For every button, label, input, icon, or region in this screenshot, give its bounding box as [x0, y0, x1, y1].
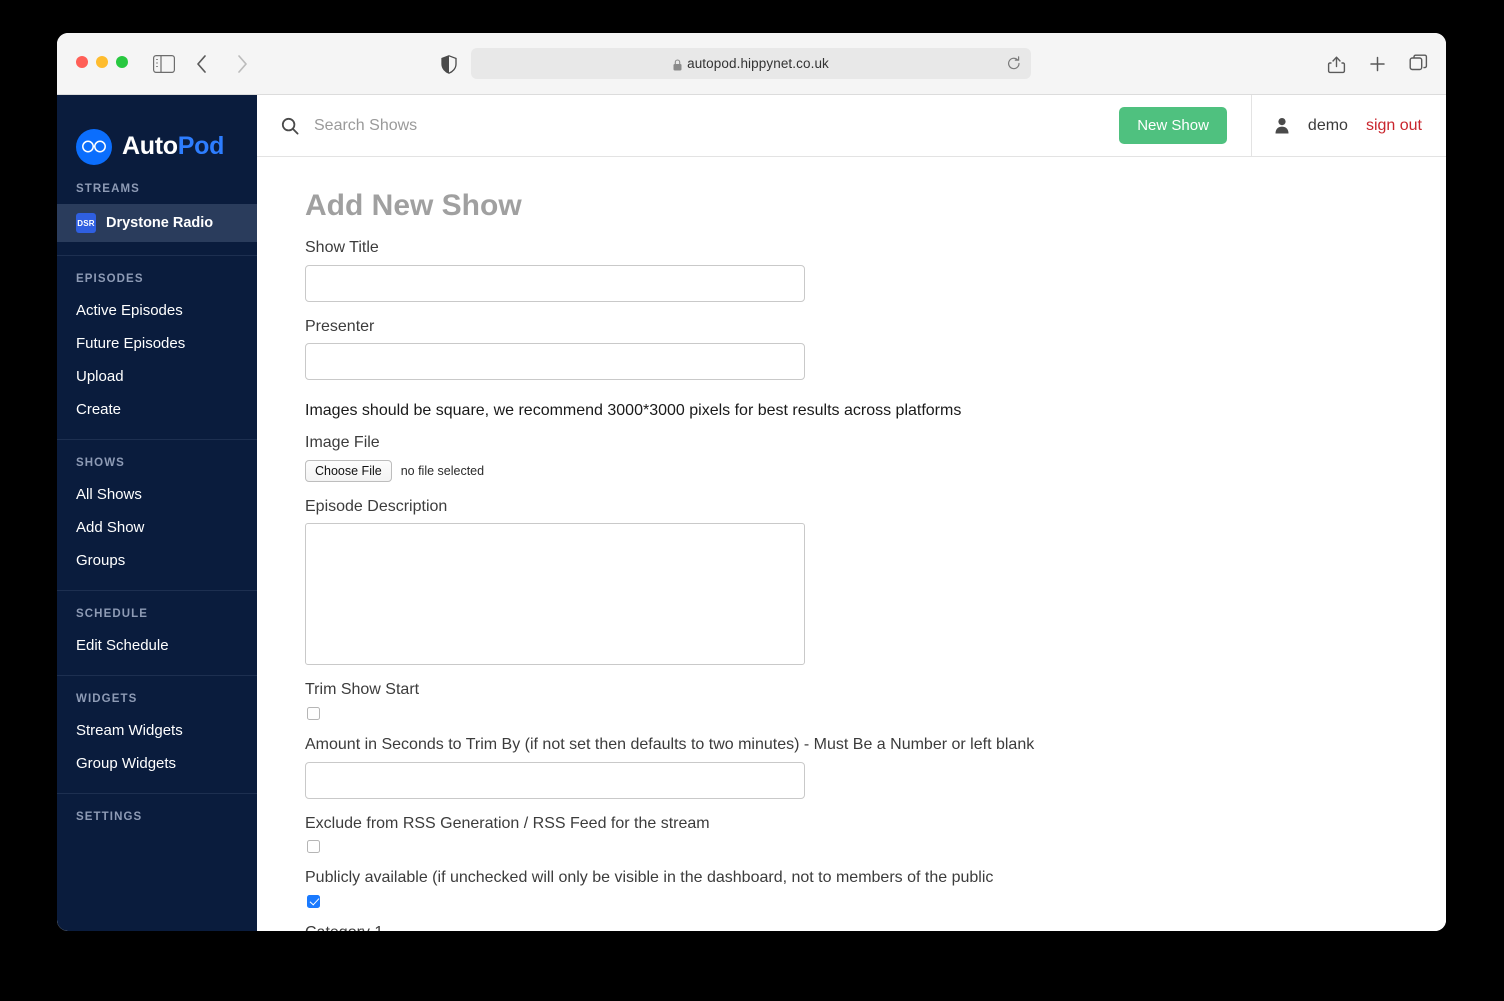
- presenter-label: Presenter: [305, 317, 375, 335]
- sidebar-item-edit-schedule[interactable]: Edit Schedule: [57, 629, 257, 662]
- brand-text: AutoPod: [122, 132, 224, 161]
- user-zone: demo sign out: [1250, 95, 1446, 156]
- sidebar-heading-settings: SETTINGS: [76, 811, 143, 823]
- sidebar-item-label: Drystone Radio: [106, 215, 214, 231]
- sidebar-item-group-widgets[interactable]: Group Widgets: [57, 747, 257, 780]
- sidebar-item-stream-widgets[interactable]: Stream Widgets: [57, 714, 257, 747]
- reload-icon[interactable]: [1007, 56, 1021, 71]
- back-arrow-icon[interactable]: [195, 53, 209, 75]
- forward-arrow-icon[interactable]: [235, 53, 249, 75]
- plus-icon[interactable]: [1368, 54, 1387, 74]
- image-file-row: Choose File no file selected: [305, 459, 1446, 482]
- sidebar-section-settings: SETTINGS: [57, 793, 257, 845]
- sidebar-item-create[interactable]: Create: [57, 393, 257, 426]
- browser-toolbar: autopod.hippynet.co.uk: [57, 33, 1446, 95]
- sidebar-toggle-icon[interactable]: [153, 55, 175, 73]
- sidebar-section-episodes: EPISODES Active Episodes Future Episodes…: [57, 255, 257, 439]
- sidebar-item-drystone-radio[interactable]: DSR Drystone Radio: [57, 204, 257, 242]
- choose-file-button[interactable]: Choose File: [305, 459, 392, 482]
- sidebar-item-add-show[interactable]: Add Show: [57, 511, 257, 544]
- sidebar-item-groups[interactable]: Groups: [57, 544, 257, 577]
- sidebar-item-future-episodes[interactable]: Future Episodes: [57, 327, 257, 360]
- traffic-lights: [76, 56, 128, 68]
- browser-window: autopod.hippynet.co.uk AutoPod STREAMS D…: [57, 33, 1446, 931]
- search-area: [257, 95, 1120, 156]
- main-column: New Show demo sign out Add New Show Show…: [257, 95, 1446, 931]
- sidebar-heading-streams: STREAMS: [76, 183, 140, 195]
- publicly-available-label: Publicly available (if unchecked will on…: [305, 869, 994, 887]
- exclude-rss-label: Exclude from RSS Generation / RSS Feed f…: [305, 814, 710, 832]
- app-body: AutoPod STREAMS DSR Drystone Radio EPISO…: [57, 95, 1446, 931]
- url-text: autopod.hippynet.co.uk: [687, 56, 829, 71]
- search-icon: [281, 117, 299, 135]
- category-1-label: Category 1: [305, 922, 1446, 931]
- page-title: Add New Show: [305, 189, 522, 222]
- show-title-label: Show Title: [305, 239, 379, 256]
- lock-icon: [673, 58, 682, 70]
- sidebar-item-all-shows[interactable]: All Shows: [57, 478, 257, 511]
- show-title-input[interactable]: [305, 264, 805, 302]
- image-file-label: Image File: [305, 434, 380, 452]
- sidebar: AutoPod STREAMS DSR Drystone Radio EPISO…: [57, 95, 257, 931]
- maximize-window-button[interactable]: [116, 56, 128, 68]
- sidebar-item-upload[interactable]: Upload: [57, 360, 257, 393]
- brand-text-pod: Pod: [177, 132, 225, 160]
- sidebar-item-active-episodes[interactable]: Active Episodes: [57, 294, 257, 327]
- sidebar-section-schedule: SCHEDULE Edit Schedule: [57, 590, 257, 675]
- minimize-window-button[interactable]: [96, 56, 108, 68]
- episode-description-textarea[interactable]: [305, 523, 805, 666]
- new-show-button[interactable]: New Show: [1119, 107, 1227, 144]
- user-avatar-icon: [1274, 117, 1290, 134]
- sidebar-section-shows: SHOWS All Shows Add Show Groups: [57, 439, 257, 590]
- brand-text-auto: Auto: [122, 132, 178, 160]
- sidebar-heading-episodes: EPISODES: [76, 273, 144, 285]
- trim-show-start-checkbox[interactable]: [307, 706, 320, 720]
- user-name: demo: [1307, 116, 1348, 134]
- publicly-available-checkbox[interactable]: [307, 894, 320, 908]
- navigation-arrows: [195, 53, 249, 75]
- sidebar-heading-shows: SHOWS: [76, 457, 125, 469]
- search-input[interactable]: [312, 115, 1120, 136]
- trim-seconds-input[interactable]: [305, 761, 805, 799]
- add-new-show-form: Add New Show Show Title Presenter Images…: [257, 157, 1446, 931]
- presenter-input[interactable]: [305, 343, 805, 381]
- exclude-rss-checkbox[interactable]: [307, 840, 320, 854]
- image-size-note: Images should be square, we recommend 30…: [305, 402, 962, 420]
- tab-overview-icon[interactable]: [1409, 54, 1428, 74]
- file-status-text: no file selected: [400, 463, 485, 478]
- sidebar-section-streams: STREAMS DSR Drystone Radio: [57, 175, 257, 255]
- app-header: New Show demo sign out: [257, 95, 1446, 157]
- close-window-button[interactable]: [76, 56, 88, 68]
- sidebar-section-widgets: WIDGETS Stream Widgets Group Widgets: [57, 675, 257, 793]
- shield-icon[interactable]: [441, 55, 457, 74]
- episode-description-label: Episode Description: [305, 497, 448, 515]
- trim-show-start-label: Trim Show Start: [305, 681, 420, 699]
- sign-out-link[interactable]: sign out: [1366, 117, 1422, 135]
- share-icon[interactable]: [1327, 54, 1346, 74]
- address-bar[interactable]: autopod.hippynet.co.uk: [471, 48, 1031, 79]
- sidebar-heading-schedule: SCHEDULE: [76, 608, 149, 620]
- toolbar-right-icons: [1327, 54, 1428, 74]
- glasses-icon: [76, 128, 112, 165]
- sidebar-heading-widgets: WIDGETS: [76, 693, 138, 705]
- stream-badge-dsr: DSR: [76, 213, 96, 233]
- brand-logo[interactable]: AutoPod: [57, 95, 257, 175]
- trim-seconds-label: Amount in Seconds to Trim By (if not set…: [305, 735, 1035, 753]
